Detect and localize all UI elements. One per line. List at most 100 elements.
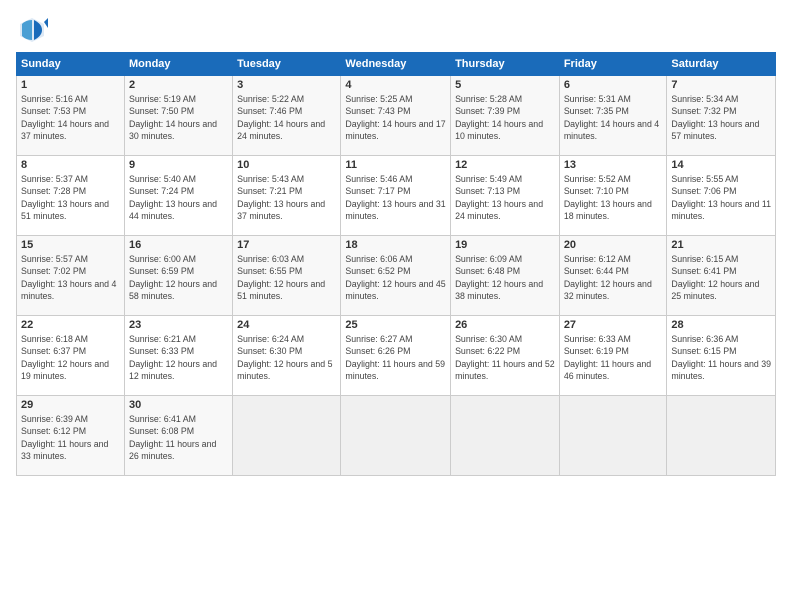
logo: [16, 14, 50, 46]
calendar-cell: 24 Sunrise: 6:24 AMSunset: 6:30 PMDaylig…: [233, 316, 341, 396]
day-number: 15: [21, 239, 120, 251]
day-info: Sunrise: 6:15 AMSunset: 6:41 PMDaylight:…: [671, 253, 771, 302]
calendar-cell: [451, 396, 560, 476]
calendar-cell: [667, 396, 776, 476]
calendar-cell: 26 Sunrise: 6:30 AMSunset: 6:22 PMDaylig…: [451, 316, 560, 396]
day-info: Sunrise: 5:25 AMSunset: 7:43 PMDaylight:…: [345, 93, 446, 142]
header-day-wednesday: Wednesday: [341, 53, 451, 76]
day-number: 29: [21, 399, 120, 411]
day-info: Sunrise: 5:19 AMSunset: 7:50 PMDaylight:…: [129, 93, 228, 142]
header-day-saturday: Saturday: [667, 53, 776, 76]
calendar-table: SundayMondayTuesdayWednesdayThursdayFrid…: [16, 52, 776, 476]
day-info: Sunrise: 5:46 AMSunset: 7:17 PMDaylight:…: [345, 173, 446, 222]
day-number: 21: [671, 239, 771, 251]
calendar-week-1: 8 Sunrise: 5:37 AMSunset: 7:28 PMDayligh…: [17, 156, 776, 236]
calendar-cell: 19 Sunrise: 6:09 AMSunset: 6:48 PMDaylig…: [451, 236, 560, 316]
header-day-thursday: Thursday: [451, 53, 560, 76]
calendar-cell: 17 Sunrise: 6:03 AMSunset: 6:55 PMDaylig…: [233, 236, 341, 316]
day-number: 1: [21, 79, 120, 91]
calendar-cell: 11 Sunrise: 5:46 AMSunset: 7:17 PMDaylig…: [341, 156, 451, 236]
day-number: 18: [345, 239, 446, 251]
day-number: 13: [564, 159, 663, 171]
day-info: Sunrise: 6:21 AMSunset: 6:33 PMDaylight:…: [129, 333, 228, 382]
header-row: SundayMondayTuesdayWednesdayThursdayFrid…: [17, 53, 776, 76]
day-number: 26: [455, 319, 555, 331]
calendar-cell: 25 Sunrise: 6:27 AMSunset: 6:26 PMDaylig…: [341, 316, 451, 396]
calendar-week-4: 29 Sunrise: 6:39 AMSunset: 6:12 PMDaylig…: [17, 396, 776, 476]
calendar-cell: 22 Sunrise: 6:18 AMSunset: 6:37 PMDaylig…: [17, 316, 125, 396]
calendar-cell: 5 Sunrise: 5:28 AMSunset: 7:39 PMDayligh…: [451, 76, 560, 156]
day-info: Sunrise: 5:57 AMSunset: 7:02 PMDaylight:…: [21, 253, 120, 302]
calendar-cell: 1 Sunrise: 5:16 AMSunset: 7:53 PMDayligh…: [17, 76, 125, 156]
calendar-cell: 28 Sunrise: 6:36 AMSunset: 6:15 PMDaylig…: [667, 316, 776, 396]
day-info: Sunrise: 5:49 AMSunset: 7:13 PMDaylight:…: [455, 173, 555, 222]
day-info: Sunrise: 5:31 AMSunset: 7:35 PMDaylight:…: [564, 93, 663, 142]
calendar-cell: 4 Sunrise: 5:25 AMSunset: 7:43 PMDayligh…: [341, 76, 451, 156]
day-number: 6: [564, 79, 663, 91]
calendar-cell: 7 Sunrise: 5:34 AMSunset: 7:32 PMDayligh…: [667, 76, 776, 156]
calendar-cell: 23 Sunrise: 6:21 AMSunset: 6:33 PMDaylig…: [124, 316, 232, 396]
day-number: 30: [129, 399, 228, 411]
day-number: 12: [455, 159, 555, 171]
day-number: 3: [237, 79, 336, 91]
calendar-cell: 10 Sunrise: 5:43 AMSunset: 7:21 PMDaylig…: [233, 156, 341, 236]
calendar-week-2: 15 Sunrise: 5:57 AMSunset: 7:02 PMDaylig…: [17, 236, 776, 316]
day-info: Sunrise: 6:39 AMSunset: 6:12 PMDaylight:…: [21, 413, 120, 462]
calendar-week-3: 22 Sunrise: 6:18 AMSunset: 6:37 PMDaylig…: [17, 316, 776, 396]
day-info: Sunrise: 6:06 AMSunset: 6:52 PMDaylight:…: [345, 253, 446, 302]
calendar-cell: [341, 396, 451, 476]
logo-icon: [16, 14, 48, 46]
header-day-sunday: Sunday: [17, 53, 125, 76]
day-info: Sunrise: 5:28 AMSunset: 7:39 PMDaylight:…: [455, 93, 555, 142]
calendar-cell: 21 Sunrise: 6:15 AMSunset: 6:41 PMDaylig…: [667, 236, 776, 316]
day-info: Sunrise: 6:33 AMSunset: 6:19 PMDaylight:…: [564, 333, 663, 382]
day-info: Sunrise: 6:41 AMSunset: 6:08 PMDaylight:…: [129, 413, 228, 462]
calendar-cell: 16 Sunrise: 6:00 AMSunset: 6:59 PMDaylig…: [124, 236, 232, 316]
day-number: 16: [129, 239, 228, 251]
calendar-cell: 20 Sunrise: 6:12 AMSunset: 6:44 PMDaylig…: [559, 236, 667, 316]
calendar-cell: 8 Sunrise: 5:37 AMSunset: 7:28 PMDayligh…: [17, 156, 125, 236]
day-info: Sunrise: 5:55 AMSunset: 7:06 PMDaylight:…: [671, 173, 771, 222]
header: [16, 10, 776, 46]
day-number: 9: [129, 159, 228, 171]
calendar-cell: 15 Sunrise: 5:57 AMSunset: 7:02 PMDaylig…: [17, 236, 125, 316]
day-info: Sunrise: 6:27 AMSunset: 6:26 PMDaylight:…: [345, 333, 446, 382]
day-number: 23: [129, 319, 228, 331]
day-info: Sunrise: 6:00 AMSunset: 6:59 PMDaylight:…: [129, 253, 228, 302]
calendar-cell: [233, 396, 341, 476]
day-info: Sunrise: 6:09 AMSunset: 6:48 PMDaylight:…: [455, 253, 555, 302]
day-info: Sunrise: 5:16 AMSunset: 7:53 PMDaylight:…: [21, 93, 120, 142]
calendar-cell: 13 Sunrise: 5:52 AMSunset: 7:10 PMDaylig…: [559, 156, 667, 236]
day-number: 24: [237, 319, 336, 331]
day-number: 19: [455, 239, 555, 251]
calendar-cell: 14 Sunrise: 5:55 AMSunset: 7:06 PMDaylig…: [667, 156, 776, 236]
calendar-cell: 12 Sunrise: 5:49 AMSunset: 7:13 PMDaylig…: [451, 156, 560, 236]
day-info: Sunrise: 6:12 AMSunset: 6:44 PMDaylight:…: [564, 253, 663, 302]
calendar-week-0: 1 Sunrise: 5:16 AMSunset: 7:53 PMDayligh…: [17, 76, 776, 156]
header-day-friday: Friday: [559, 53, 667, 76]
day-number: 14: [671, 159, 771, 171]
day-number: 20: [564, 239, 663, 251]
day-number: 25: [345, 319, 446, 331]
day-info: Sunrise: 5:43 AMSunset: 7:21 PMDaylight:…: [237, 173, 336, 222]
day-info: Sunrise: 5:40 AMSunset: 7:24 PMDaylight:…: [129, 173, 228, 222]
calendar-cell: 30 Sunrise: 6:41 AMSunset: 6:08 PMDaylig…: [124, 396, 232, 476]
day-info: Sunrise: 5:52 AMSunset: 7:10 PMDaylight:…: [564, 173, 663, 222]
page: SundayMondayTuesdayWednesdayThursdayFrid…: [0, 0, 792, 612]
day-number: 10: [237, 159, 336, 171]
calendar-cell: 6 Sunrise: 5:31 AMSunset: 7:35 PMDayligh…: [559, 76, 667, 156]
day-number: 2: [129, 79, 228, 91]
day-info: Sunrise: 6:30 AMSunset: 6:22 PMDaylight:…: [455, 333, 555, 382]
day-number: 22: [21, 319, 120, 331]
day-number: 5: [455, 79, 555, 91]
day-info: Sunrise: 6:36 AMSunset: 6:15 PMDaylight:…: [671, 333, 771, 382]
calendar-cell: 3 Sunrise: 5:22 AMSunset: 7:46 PMDayligh…: [233, 76, 341, 156]
calendar-cell: [559, 396, 667, 476]
day-number: 4: [345, 79, 446, 91]
calendar-cell: 29 Sunrise: 6:39 AMSunset: 6:12 PMDaylig…: [17, 396, 125, 476]
day-info: Sunrise: 6:03 AMSunset: 6:55 PMDaylight:…: [237, 253, 336, 302]
day-info: Sunrise: 5:34 AMSunset: 7:32 PMDaylight:…: [671, 93, 771, 142]
day-number: 8: [21, 159, 120, 171]
day-number: 17: [237, 239, 336, 251]
calendar-cell: 2 Sunrise: 5:19 AMSunset: 7:50 PMDayligh…: [124, 76, 232, 156]
